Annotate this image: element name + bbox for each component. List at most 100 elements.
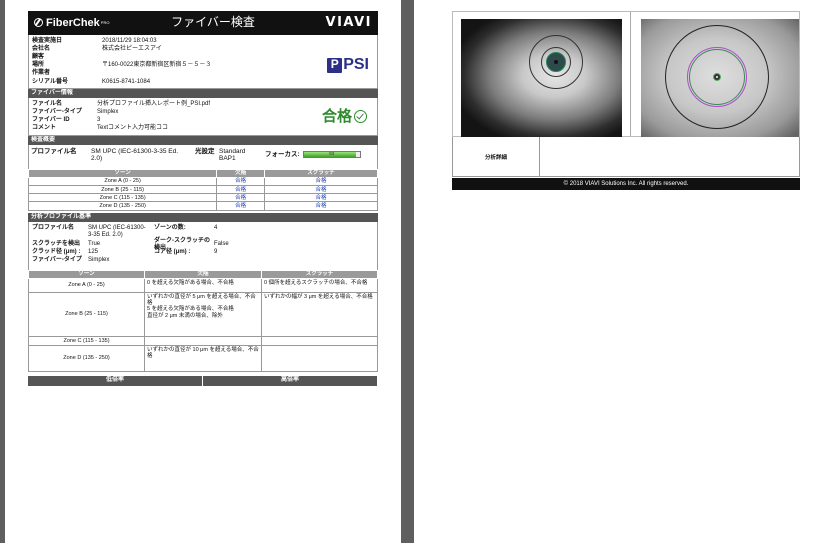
fiberchek-logo: FiberChek PRO xyxy=(34,17,144,30)
profile-row: ファイバー-タイプ Simplex xyxy=(32,257,374,265)
criteria-table-header: ゾーン xyxy=(28,269,145,279)
light-value: Standard BAP1 xyxy=(219,147,246,163)
criteria-zone: Zone B (25 - 115) xyxy=(28,291,145,337)
light-label: 光設定 xyxy=(195,147,215,155)
info-key: シリアル番号 xyxy=(32,78,68,85)
report-header: FiberChek PRO ファイバー検査 VIAVI xyxy=(28,11,378,35)
info-key: 会社名 xyxy=(32,45,51,52)
table-row: Zone A (0 - 25) 合格 合格 xyxy=(27,176,379,187)
criteria-scratch xyxy=(261,335,378,346)
info-value: K0615-8741-1084 xyxy=(102,78,151,85)
magnification-tab: 低倍率 xyxy=(28,375,203,386)
table-row: Zone D (135 - 250) いずれかの直径が 10 μm を超える場合、… xyxy=(28,344,378,372)
table-row: Zone A (0 - 25) 0 を超える欠陥がある場合、不合格 0 個所を超える… xyxy=(28,277,378,293)
info-value: 株式会社ピーエスアイ xyxy=(102,45,162,52)
fiber-row: コメント Textコメント入力可能ココ xyxy=(32,125,374,133)
table-row: Zone B (25 - 115) いずれかの直径が 5 μm を超える場合、不合… xyxy=(28,291,378,337)
zone-result-table: ゾーン 欠陥 スクラッチ Zone A (0 - 25) 合格 合格 Zone B (25… xyxy=(27,168,379,211)
profile-key: クラッド径 (μm) : xyxy=(32,249,81,256)
profile-key-2: コア径 (μm) : xyxy=(154,249,191,256)
fiber-key: コメント xyxy=(32,125,57,132)
info-row: 会社名 株式会社ピーエスアイ xyxy=(32,45,374,53)
brand-sup: PRO xyxy=(100,19,110,25)
brand-name: FiberChek xyxy=(46,16,100,29)
profile-label: プロファイル名 xyxy=(31,147,77,155)
zone-table-header: スクラッチ xyxy=(263,168,379,178)
zone-name: Zone B (25 - 115) xyxy=(27,185,218,195)
info-row: 顧客 xyxy=(32,53,374,61)
report-page-2: 分析詳細 © 2018 VIAVI Solutions Inc. All rig… xyxy=(414,0,840,543)
defect-result: 合格 xyxy=(216,193,265,203)
zone-table-header: ゾーン xyxy=(27,168,218,178)
profile-row: クラッド径 (μm) : 125 コア径 (μm) : 9 xyxy=(32,249,374,257)
fiber-value: Textコメント入力可能ココ xyxy=(97,125,169,132)
profile-key: プロファイル名 xyxy=(32,224,75,231)
report-title: ファイバー検査 xyxy=(171,15,255,30)
defect-result: 合格 xyxy=(216,185,265,195)
viavi-logo: VIAVI xyxy=(325,14,372,30)
analysis-details: 分析詳細 xyxy=(452,137,800,177)
fiber-key: ファイル名 xyxy=(32,100,63,107)
profile-value: Simplex xyxy=(88,257,110,264)
criteria-zone: Zone D (135 - 250) xyxy=(28,344,145,372)
psi-logo: P PSI xyxy=(327,56,369,74)
scratch-result: 合格 xyxy=(263,176,379,187)
scratch-result: 合格 xyxy=(263,193,379,203)
criteria-defect: 0 を超える欠陥がある場合、不合格 xyxy=(144,277,262,293)
zone-table-header: 欠陥 xyxy=(216,168,265,178)
criteria-scratch: 0 個所を超えるスクラッチの場合、不合格 xyxy=(261,277,378,293)
criteria-zone: Zone C (115 - 135) xyxy=(28,335,145,346)
scratch-result: 合格 xyxy=(263,201,379,211)
fiber-value: 分析プロファイル挿入レポート例_PSI.pdf xyxy=(97,100,211,107)
focus-label: フォーカス: xyxy=(265,150,300,158)
table-row: Zone D (135 - 250) 合格 合格 xyxy=(27,201,379,211)
profile-row: スクラッチを検出 True ダーク-スクラッチの検出 False xyxy=(32,238,374,251)
analysis-details-label: 分析詳細 xyxy=(453,137,540,176)
table-row: Zone B (25 - 115) 合格 合格 xyxy=(27,185,379,195)
info-key: 作業者 xyxy=(32,70,51,77)
criteria-zone: Zone A (0 - 25) xyxy=(28,277,145,293)
analysis-details-content xyxy=(540,137,799,176)
zone-name: Zone D (135 - 250) xyxy=(27,201,218,211)
info-key: 検査実施日 xyxy=(32,37,63,44)
inspection-info: 検査実施日 2018/11/29 18:04:03 会社名 株式会社ピーエスアイ 顧客場… xyxy=(28,35,378,90)
criteria-table-header: スクラッチ xyxy=(261,269,378,279)
core xyxy=(554,60,558,64)
profile-criteria-heading: 分析プロファイル基準 xyxy=(28,212,378,222)
scratch-result: 合格 xyxy=(263,185,379,195)
image-divider xyxy=(630,12,632,136)
low-magnification-image xyxy=(461,19,623,137)
overall-result-label: 合格 xyxy=(321,108,352,126)
overall-result: 合格 xyxy=(322,108,367,125)
info-row: 作業者 xyxy=(32,70,374,78)
criteria-scratch xyxy=(261,344,378,372)
profile-value: SM UPC (IEC-61300-3-35 Ed. 2.0) xyxy=(91,147,179,163)
copyright: © 2018 VIAVI Solutions Inc. All rights r… xyxy=(452,178,800,190)
criteria-defect: いずれかの直径が 5 μm を超える場合、不合格 5 を超える欠陥がある場合、不… xyxy=(144,291,262,337)
inspection-report: FiberChek PRO ファイバー検査 VIAVI 検査実施日 2018/11/… xyxy=(27,11,379,386)
psi-logo-text: PSI xyxy=(343,56,369,73)
info-row: 場所 〒160-0022東京都新宿区新宿５－５－３ xyxy=(32,62,374,70)
fiber-key: ファイバー ID xyxy=(32,117,70,124)
profile-value-2: False xyxy=(214,241,229,248)
criteria-scratch: いずれかの幅が 3 μm を超える場合、不合格 xyxy=(261,291,378,337)
profile-value-2: 9 xyxy=(214,249,218,256)
info-value: 2018/11/29 18:04:03 xyxy=(102,37,157,44)
criteria-defect xyxy=(144,335,262,346)
magnification-tab: 高倍率 xyxy=(203,375,378,386)
psi-logo-mark: P xyxy=(327,57,343,73)
zone-name: Zone A (0 - 25) xyxy=(27,176,218,187)
profile-value-2: 4 xyxy=(214,224,218,231)
table-row: Zone C (115 - 135) 合格 合格 xyxy=(27,193,379,203)
profile-key-2: ゾーンの数: xyxy=(154,224,186,231)
report-page-1: FiberChek PRO ファイバー検査 VIAVI 検査実施日 2018/11/… xyxy=(5,0,401,543)
magnification-tabs: 低倍率 高倍率 xyxy=(28,375,378,386)
profile-key: ファイバー-タイプ xyxy=(32,257,82,264)
fiberchek-logo-icon xyxy=(34,18,43,28)
fiber-key: ファイバー-タイプ xyxy=(32,108,82,115)
profile-value: SM UPC (IEC-61300-3-35 Ed. 2.0) xyxy=(88,224,146,238)
high-magnification-image xyxy=(641,19,799,137)
criteria-table-header: 欠陥 xyxy=(144,269,262,279)
table-row: Zone C (115 - 135) xyxy=(28,335,378,346)
fiber-info: ファイル名 分析プロファイル挿入レポート例_PSI.pdf ファイバー-タイプ Sim… xyxy=(28,98,378,136)
